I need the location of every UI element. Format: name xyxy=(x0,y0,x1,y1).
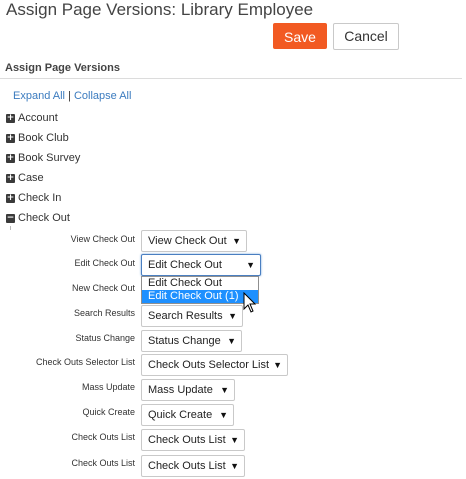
cancel-button[interactable]: Cancel xyxy=(333,23,399,50)
tree-item-book-survey[interactable]: + Book Survey xyxy=(6,151,80,165)
caret-down-icon: ▼ xyxy=(227,336,236,346)
edit-check-out-dropdown-list: Edit Check Out Edit Check Out (1) xyxy=(141,276,259,304)
plus-box-icon[interactable]: + xyxy=(6,133,15,143)
tree-item-account[interactable]: + Account xyxy=(6,111,58,125)
tree-item-label: Case xyxy=(18,172,44,184)
minus-box-icon[interactable]: − xyxy=(6,213,15,223)
caret-down-icon: ▼ xyxy=(232,236,241,246)
row-label-status-change: Status Change xyxy=(75,333,135,343)
tree-item-label: Check In xyxy=(18,192,62,204)
select-edit-check-out[interactable]: Edit Check Out ▼ xyxy=(141,254,261,276)
plus-box-icon[interactable]: + xyxy=(6,153,15,163)
caret-down-icon: ▼ xyxy=(273,360,282,370)
select-value: View Check Out xyxy=(148,235,227,247)
caret-down-icon: ▼ xyxy=(219,410,228,420)
row-label-check-outs-selector-list: Check Outs Selector List xyxy=(35,357,135,367)
row-label-search-results: Search Results xyxy=(73,308,135,318)
plus-box-icon[interactable]: + xyxy=(6,113,15,123)
expand-all-link[interactable]: Expand All xyxy=(13,90,65,102)
dropdown-option-highlighted[interactable]: Edit Check Out (1) xyxy=(142,290,258,303)
select-value: Check Outs List xyxy=(148,434,226,446)
row-label-view-check-out: View Check Out xyxy=(70,234,135,244)
tree-item-book-club[interactable]: + Book Club xyxy=(6,131,69,145)
select-status-change[interactable]: Status Change ▼ xyxy=(141,330,242,352)
save-button[interactable]: Save xyxy=(273,23,327,49)
tree-item-check-in[interactable]: + Check In xyxy=(6,191,61,205)
tree-item-label: Check Out xyxy=(18,212,70,224)
select-value: Search Results xyxy=(148,310,223,322)
select-value: Quick Create xyxy=(148,409,213,421)
row-label-quick-create: Quick Create xyxy=(82,407,135,417)
tree-item-label: Book Club xyxy=(18,132,69,144)
select-mass-update[interactable]: Mass Update ▼ xyxy=(141,379,235,401)
tree-item-check-out[interactable]: − Check Out xyxy=(6,211,70,225)
row-label-new-check-out: New Check Out xyxy=(71,283,135,293)
dropdown-option[interactable]: Edit Check Out xyxy=(142,277,258,290)
select-search-results[interactable]: Search Results ▼ xyxy=(141,305,243,327)
mouse-pointer-icon xyxy=(243,292,257,313)
link-separator: | xyxy=(68,90,71,102)
plus-box-icon[interactable]: + xyxy=(6,173,15,183)
caret-down-icon: ▼ xyxy=(246,260,255,270)
caret-down-icon: ▼ xyxy=(220,385,229,395)
row-label-check-outs-list: Check Outs List xyxy=(71,432,135,442)
tree-guide-line xyxy=(10,226,11,230)
select-check-outs-list-2[interactable]: Check Outs List ▼ xyxy=(141,455,245,477)
plus-box-icon[interactable]: + xyxy=(6,193,15,203)
page-title: Assign Page Versions: Library Employee xyxy=(6,0,314,19)
expand-collapse-links: Expand All | Collapse All xyxy=(13,90,131,102)
collapse-all-link[interactable]: Collapse All xyxy=(74,90,131,102)
select-value: Check Outs Selector List xyxy=(148,359,270,371)
select-value: Check Outs List xyxy=(148,460,226,472)
tree-item-label: Account xyxy=(18,112,58,124)
row-label-check-outs-list-2: Check Outs List xyxy=(71,458,135,468)
select-check-outs-list[interactable]: Check Outs List ▼ xyxy=(141,429,245,451)
section-divider xyxy=(0,78,462,79)
select-view-check-out[interactable]: View Check Out ▼ xyxy=(141,230,247,252)
caret-down-icon: ▼ xyxy=(230,461,239,471)
section-title: Assign Page Versions xyxy=(5,62,120,74)
select-value: Status Change xyxy=(148,335,221,347)
tree-item-case[interactable]: + Case xyxy=(6,171,44,185)
row-label-edit-check-out: Edit Check Out xyxy=(74,258,135,268)
select-value: Mass Update xyxy=(148,384,213,396)
select-quick-create[interactable]: Quick Create ▼ xyxy=(141,404,234,426)
tree-item-label: Book Survey xyxy=(18,152,81,164)
caret-down-icon: ▼ xyxy=(230,435,239,445)
select-value: Edit Check Out xyxy=(148,259,222,271)
select-check-outs-selector-list[interactable]: Check Outs Selector List ▼ xyxy=(141,354,288,376)
row-label-mass-update: Mass Update xyxy=(81,382,135,392)
caret-down-icon: ▼ xyxy=(228,311,237,321)
